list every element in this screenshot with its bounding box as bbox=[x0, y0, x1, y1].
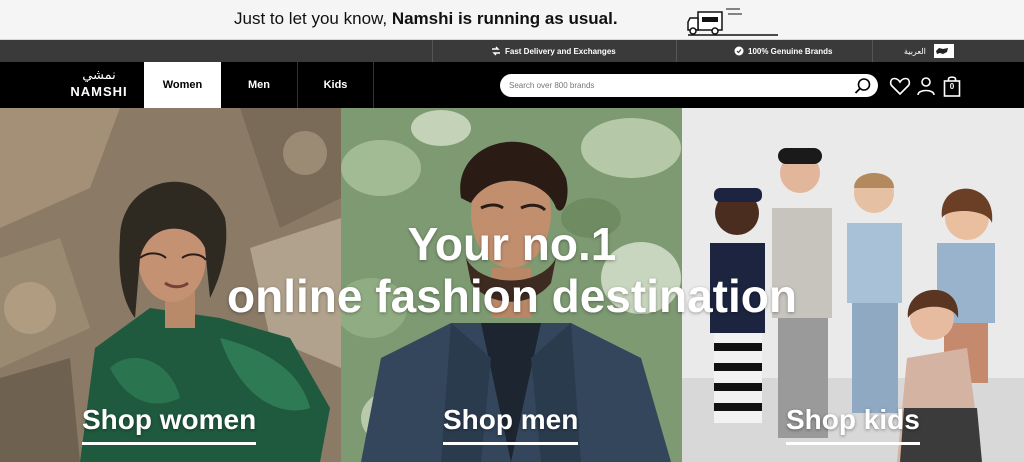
tab-women[interactable]: Women bbox=[144, 62, 221, 108]
shop-men-link[interactable]: Shop men bbox=[443, 404, 579, 445]
exchange-icon bbox=[492, 46, 500, 56]
utility-separator bbox=[872, 40, 873, 62]
announcement-highlight: Namshi is running as usual. bbox=[391, 9, 618, 28]
language-label: العربية bbox=[904, 46, 926, 56]
namshi-logo[interactable]: نمشي NAMSHI bbox=[66, 68, 132, 104]
bag-count-badge: 0 bbox=[949, 82, 955, 91]
logo-english: NAMSHI bbox=[70, 84, 128, 99]
search-icon[interactable] bbox=[854, 77, 872, 95]
fast-delivery-label: Fast Delivery and Exchanges bbox=[505, 46, 616, 56]
language-switch[interactable]: العربية bbox=[904, 40, 954, 62]
search-input[interactable] bbox=[509, 77, 839, 94]
shopping-bag-button[interactable]: 0 bbox=[943, 75, 965, 97]
delivery-truck-icon bbox=[687, 8, 778, 36]
utility-bar: Fast Delivery and Exchanges 100% Genuine… bbox=[0, 40, 1024, 62]
utility-separator bbox=[432, 40, 433, 62]
genuine-brands-label: 100% Genuine Brands bbox=[748, 46, 833, 56]
announcement-bar: Just to let you know, Namshi is running … bbox=[0, 0, 1024, 40]
utility-separator bbox=[676, 40, 677, 62]
account-user-icon[interactable] bbox=[915, 75, 937, 97]
tab-kids[interactable]: Kids bbox=[298, 62, 373, 108]
fast-delivery-link[interactable]: Fast Delivery and Exchanges bbox=[491, 40, 616, 62]
main-navigation: نمشي NAMSHI Women Men Kids 0 bbox=[0, 62, 1024, 108]
hero-title: Your no.1 online fashion destination bbox=[0, 218, 1024, 322]
genuine-brands-link[interactable]: 100% Genuine Brands bbox=[734, 40, 832, 62]
shop-kids-link[interactable]: Shop kids bbox=[786, 404, 920, 445]
announcement-text: Just to let you know, Namshi is running … bbox=[234, 9, 618, 29]
hero-banner: Your no.1 online fashion destination Sho… bbox=[0, 108, 1024, 462]
wishlist-heart-icon[interactable] bbox=[889, 75, 911, 97]
badge-check-icon bbox=[734, 46, 744, 56]
logo-arabic: نمشي bbox=[82, 68, 116, 83]
search-bar bbox=[500, 74, 878, 97]
shop-women-link[interactable]: Shop women bbox=[82, 404, 257, 445]
announcement-prefix: Just to let you know, bbox=[234, 9, 392, 28]
country-flag-icon bbox=[933, 44, 954, 58]
hero-title-line1: Your no.1 bbox=[407, 218, 617, 270]
tab-separator bbox=[373, 62, 374, 108]
hero-title-line2: online fashion destination bbox=[227, 270, 797, 322]
tab-men[interactable]: Men bbox=[221, 62, 297, 108]
